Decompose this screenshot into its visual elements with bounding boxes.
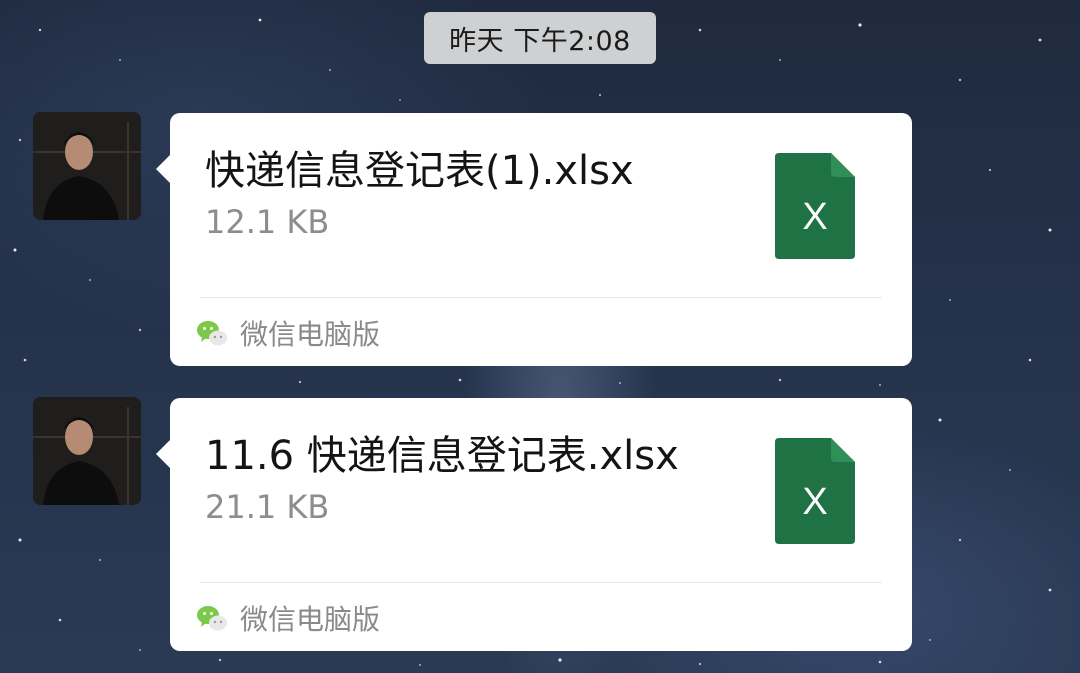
file-size: 12.1 KB [205,203,330,241]
avatar[interactable] [33,112,141,220]
source-label: 微信电脑版 [240,603,381,636]
file-message-bubble[interactable]: 快递信息登记表(1).xlsx 12.1 KB X 微信电脑版 [156,113,912,366]
avatar-photo [33,112,141,220]
excel-icon-letter: X [802,481,827,523]
wechat-icon [197,321,227,346]
wechat-icon [197,606,227,631]
avatar[interactable] [33,397,141,505]
source-label: 微信电脑版 [240,318,381,351]
divider [200,582,882,583]
timestamp-label: 昨天 下午2:08 [449,25,631,57]
source-tag: 微信电脑版 [196,313,380,353]
file-name: 快递信息登记表(1).xlsx [205,148,634,194]
excel-icon: X [775,438,855,544]
timestamp-badge: 昨天 下午2:08 [424,12,656,64]
avatar-photo [33,397,141,505]
divider [200,297,882,298]
file-size: 21.1 KB [205,488,330,526]
source-tag: 微信电脑版 [196,598,380,638]
file-name: 11.6 快递信息登记表.xlsx [205,433,679,479]
file-message-bubble[interactable]: 11.6 快递信息登记表.xlsx 21.1 KB X 微信电脑版 [156,398,912,651]
excel-icon: X [775,153,855,259]
excel-icon-letter: X [802,196,827,238]
